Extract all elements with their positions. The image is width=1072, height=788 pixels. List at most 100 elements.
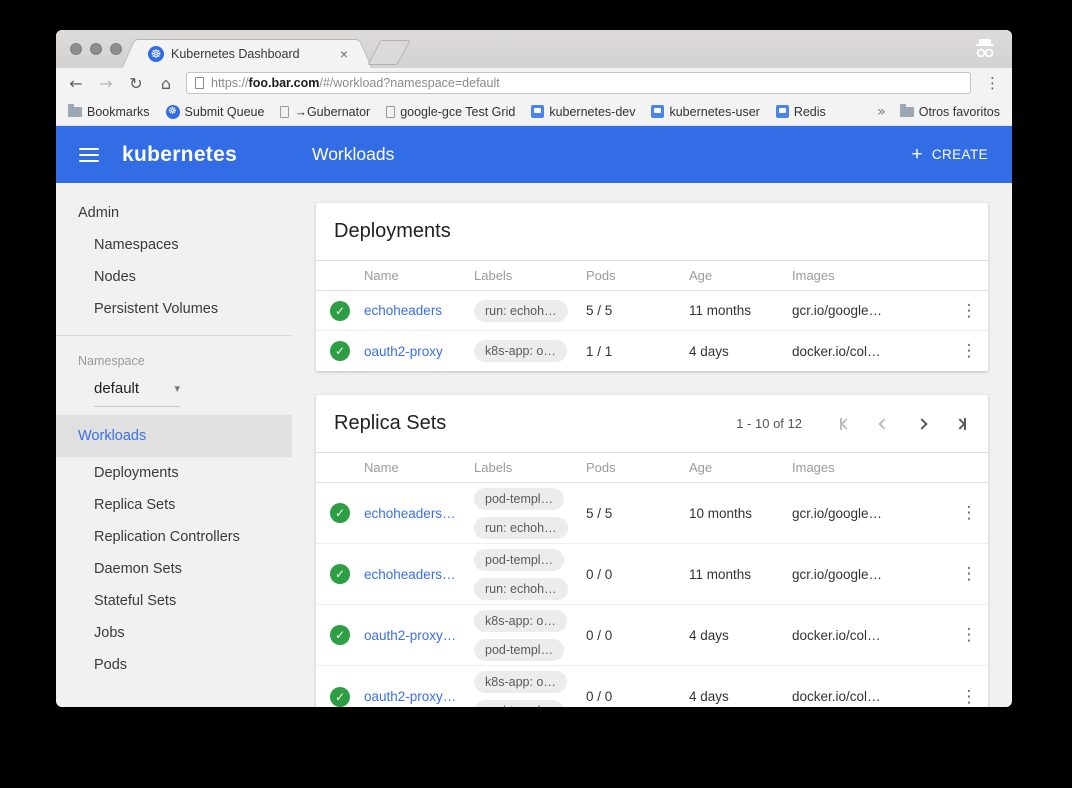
sidebar-item-replica-sets[interactable]: Replica Sets xyxy=(56,489,292,521)
replica-sets-table-header: Name Labels Pods Age Images xyxy=(316,453,988,483)
group-icon xyxy=(531,105,544,118)
back-icon[interactable]: ← xyxy=(66,74,86,93)
sidebar-item-replication-controllers[interactable]: Replication Controllers xyxy=(56,521,292,553)
status-ok-icon: ✓ xyxy=(330,503,350,523)
replica-sets-card-title: Replica Sets xyxy=(334,412,446,435)
bookmark-kubernetes-user[interactable]: kubernetes-user xyxy=(651,105,759,119)
page-security-icon[interactable] xyxy=(195,77,204,89)
bookmark-redis[interactable]: Redis xyxy=(776,105,826,119)
col-name: Name xyxy=(364,268,474,283)
label-chip: pod-templ… xyxy=(474,639,564,661)
main-content: Deployments Name Labels Pods Age Images … xyxy=(292,183,1012,707)
pods-cell: 1 / 1 xyxy=(586,344,689,359)
images-cell: docker.io/col… xyxy=(792,628,950,643)
bookmark-kubernetes-dev[interactable]: kubernetes-dev xyxy=(531,105,635,119)
sidebar-item-persistent-volumes[interactable]: Persistent Volumes xyxy=(56,293,292,325)
create-button[interactable]: + CREATE xyxy=(911,144,988,166)
row-menu-icon[interactable]: ⋮ xyxy=(950,301,988,321)
browser-window: ☸ Kubernetes Dashboard × ← → ↻ ⌂ https:/… xyxy=(56,30,1012,707)
tab-close-icon[interactable]: × xyxy=(340,46,348,62)
page-icon xyxy=(280,106,289,118)
incognito-icon xyxy=(972,37,998,61)
pods-cell: 0 / 0 xyxy=(586,567,689,582)
row-menu-icon[interactable]: ⋮ xyxy=(950,503,988,523)
label-chip: k8s-app: o… xyxy=(474,610,567,632)
sidebar-item-jobs[interactable]: Jobs xyxy=(56,617,292,649)
col-labels: Labels xyxy=(474,268,586,283)
table-row: ✓ echoheaders run: echoh… 5 / 5 11 month… xyxy=(316,291,988,331)
replica-set-link[interactable]: echoheaders… xyxy=(364,567,474,582)
row-menu-icon[interactable]: ⋮ xyxy=(950,341,988,361)
sidebar-divider xyxy=(56,335,292,336)
address-bar[interactable]: https://foo.bar.com/#/workload?namespace… xyxy=(186,72,971,94)
bookmark-otros-favoritos-folder[interactable]: Otros favoritos xyxy=(900,105,1000,119)
deployment-link[interactable]: echoheaders xyxy=(364,303,474,318)
replica-sets-card: Replica Sets 1 - 10 of 12 Name Labels Po… xyxy=(316,395,988,707)
window-zoom-button[interactable] xyxy=(110,43,122,55)
sidebar-item-workloads[interactable]: Workloads xyxy=(56,415,292,457)
browser-menu-icon[interactable]: ⋮ xyxy=(981,74,1004,92)
folder-icon xyxy=(900,107,914,117)
col-images: Images xyxy=(792,268,950,283)
bookmark-bookmarks-folder[interactable]: Bookmarks xyxy=(68,105,150,119)
reload-icon[interactable]: ↻ xyxy=(126,74,146,93)
pods-cell: 5 / 5 xyxy=(586,506,689,521)
bookmark-google-gce-test-grid[interactable]: google-gce Test Grid xyxy=(386,105,515,119)
previous-page-icon[interactable] xyxy=(880,417,888,431)
window-close-button[interactable] xyxy=(70,43,82,55)
images-cell: gcr.io/google… xyxy=(792,506,950,521)
pagination: 1 - 10 of 12 xyxy=(736,416,966,431)
col-pods: Pods xyxy=(586,460,689,475)
sidebar-item-nodes[interactable]: Nodes xyxy=(56,261,292,293)
sidebar-item-daemon-sets[interactable]: Daemon Sets xyxy=(56,553,292,585)
table-row: ✓ oauth2-proxy… k8s-app: o… pod-templ… 0… xyxy=(316,666,988,707)
home-icon[interactable]: ⌂ xyxy=(156,74,176,93)
status-ok-icon: ✓ xyxy=(330,564,350,584)
last-page-icon[interactable] xyxy=(956,417,966,431)
deployments-card-title: Deployments xyxy=(334,220,451,243)
namespace-select[interactable]: default ▾ xyxy=(94,380,180,407)
age-cell: 10 months xyxy=(689,506,792,521)
age-cell: 4 days xyxy=(689,344,792,359)
browser-tab[interactable]: ☸ Kubernetes Dashboard × xyxy=(138,39,356,68)
replica-set-link[interactable]: oauth2-proxy… xyxy=(364,689,474,704)
col-name: Name xyxy=(364,460,474,475)
plus-icon: + xyxy=(911,144,923,166)
window-minimize-button[interactable] xyxy=(90,43,102,55)
label-chip: run: echoh… xyxy=(474,300,568,322)
col-labels: Labels xyxy=(474,460,586,475)
label-chip: pod-templ… xyxy=(474,488,564,510)
replica-set-link[interactable]: echoheaders… xyxy=(364,506,474,521)
kubernetes-favicon-icon: ☸ xyxy=(148,46,164,62)
deployment-link[interactable]: oauth2-proxy xyxy=(364,344,474,359)
browser-toolbar: ← → ↻ ⌂ https://foo.bar.com/#/workload?n… xyxy=(56,68,1012,98)
label-chip: k8s-app: o… xyxy=(474,671,567,693)
bookmarks-overflow-icon[interactable]: » xyxy=(877,104,886,120)
pagination-range: 1 - 10 of 12 xyxy=(736,416,802,431)
table-row: ✓ oauth2-proxy… k8s-app: o… pod-templ… 0… xyxy=(316,605,988,666)
page-title: Workloads xyxy=(312,144,394,165)
new-tab-button[interactable] xyxy=(367,40,410,65)
images-cell: docker.io/col… xyxy=(792,689,950,704)
app-header: kubernetes Workloads + CREATE xyxy=(56,126,1012,183)
sidebar-item-admin[interactable]: Admin xyxy=(56,197,292,229)
bookmark-submit-queue[interactable]: ☸ Submit Queue xyxy=(166,105,265,119)
row-menu-icon[interactable]: ⋮ xyxy=(950,625,988,645)
sidebar-item-stateful-sets[interactable]: Stateful Sets xyxy=(56,585,292,617)
deployments-card: Deployments Name Labels Pods Age Images … xyxy=(316,203,988,371)
replica-set-link[interactable]: oauth2-proxy… xyxy=(364,628,474,643)
bookmark-gubernator[interactable]: →Gubernator xyxy=(280,105,370,119)
sidebar-item-deployments[interactable]: Deployments xyxy=(56,457,292,489)
hamburger-menu-icon[interactable] xyxy=(79,148,99,162)
next-page-icon[interactable] xyxy=(918,417,926,431)
first-page-icon[interactable] xyxy=(840,417,850,431)
row-menu-icon[interactable]: ⋮ xyxy=(950,687,988,707)
chevron-down-icon: ▾ xyxy=(174,382,180,395)
sidebar-item-pods[interactable]: Pods xyxy=(56,649,292,681)
table-row: ✓ oauth2-proxy k8s-app: o… 1 / 1 4 days … xyxy=(316,331,988,371)
forward-icon[interactable]: → xyxy=(96,74,116,93)
sidebar-item-namespaces[interactable]: Namespaces xyxy=(56,229,292,261)
row-menu-icon[interactable]: ⋮ xyxy=(950,564,988,584)
app-logo: kubernetes xyxy=(122,143,237,167)
group-icon xyxy=(776,105,789,118)
